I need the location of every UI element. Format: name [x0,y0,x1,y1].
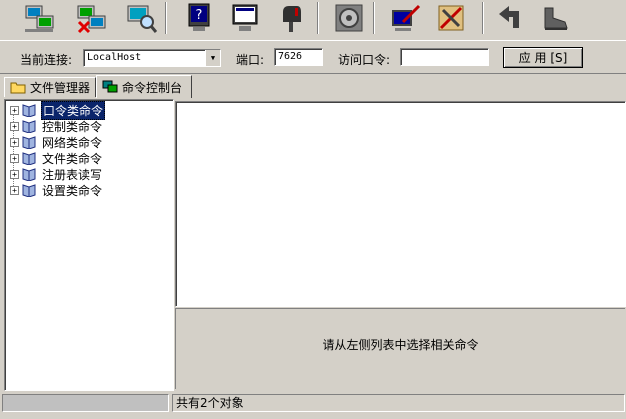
apply-button-label: 应 用 [S] [518,51,568,65]
tree-item[interactable]: + 注册表读写 [10,166,103,182]
help-button[interactable]: ? [180,1,218,35]
current-connection-combo[interactable]: LocalHost ▼ [83,49,221,67]
tab-file-manager[interactable]: 文件管理器 [4,77,96,97]
settings-button[interactable] [330,1,368,35]
current-connection-value: LocalHost [87,52,142,63]
search-host-button[interactable] [122,1,160,35]
view-tabs: 文件管理器 命令控制台 [0,74,626,98]
status-bar: 共有2个对象 [0,392,626,414]
tab-command-console[interactable]: 命令控制台 [96,75,192,98]
expand-icon[interactable]: + [10,121,19,131]
tools-icon [438,5,464,31]
expand-icon[interactable]: + [10,105,19,115]
tree-item[interactable]: + 设置类命令 [10,182,103,198]
return-button[interactable] [490,1,528,35]
book-icon [22,136,36,149]
status-pane-object-count: 共有2个对象 [172,394,625,412]
mail-button[interactable] [272,1,310,35]
console-icon [102,80,118,93]
command-tree[interactable]: + 口令类命令 + 控制类命令 + 网络类命令 + 文件类命令 + 注册表读写 … [4,99,174,391]
chevron-down-icon[interactable]: ▼ [205,50,220,66]
expand-icon[interactable]: + [10,137,19,147]
book-icon [22,104,36,117]
tree-item-label: 文件类命令 [42,151,103,166]
book-icon [22,168,36,181]
mailbox-icon [283,6,301,32]
tab-file-manager-label: 文件管理器 [30,81,91,95]
expand-icon[interactable]: + [10,153,19,163]
current-connection-label: 当前连接: [20,53,73,67]
edit-monitor-icon [392,4,421,31]
screen-button[interactable] [226,1,264,35]
tree-item[interactable]: + 文件类命令 [10,150,103,166]
edit-button[interactable] [386,1,424,35]
book-icon [22,152,36,165]
tab-command-console-label: 命令控制台 [122,80,183,95]
port-input[interactable]: 7626 [274,48,323,66]
command-detail-area: 请从左侧列表中选择相关命令 [175,308,625,389]
computer-disconnect-icon [77,5,106,34]
command-output-area[interactable] [175,101,626,307]
apply-button[interactable]: 应 用 [S] [503,47,583,68]
svg-text:?: ? [196,8,203,23]
exit-button[interactable] [536,1,574,35]
tree-item[interactable]: + 口令类命令 [10,100,106,120]
toolbar-separator [165,2,167,34]
main-toolbar: ? [0,0,626,38]
book-icon [22,120,36,133]
connect-host-button[interactable] [20,1,58,35]
toolbar-separator [482,2,484,34]
return-icon [499,6,519,28]
computer-search-icon [127,5,157,33]
status-pane-left [2,394,169,412]
password-label: 访问口令: [338,53,391,67]
help-monitor-icon: ? [188,3,210,31]
monitor-screen-icon [232,4,258,31]
gear-settings-icon [335,4,363,32]
select-command-hint: 请从左侧列表中选择相关命令 [322,338,479,352]
tree-item[interactable]: + 控制类命令 [10,118,103,134]
tree-item-label: 设置类命令 [42,183,103,198]
folder-icon [10,82,26,94]
computer-connect-icon [25,5,54,32]
disconnect-host-button[interactable] [72,1,110,35]
expand-icon[interactable]: + [10,185,19,195]
toolbar-separator [317,2,319,34]
connection-bar: 当前连接: LocalHost ▼ 端口: 7626 访问口令: 应 用 [S] [0,40,626,74]
port-value: 7626 [278,51,303,62]
tree-item-label: 网络类命令 [42,135,103,150]
tree-item-label: 注册表读写 [42,167,103,182]
toolbar-separator [373,2,375,34]
tree-item-label: 控制类命令 [42,119,103,134]
book-icon [22,184,36,197]
boot-icon [544,7,568,30]
port-label: 端口: [236,53,265,67]
tree-item[interactable]: + 网络类命令 [10,134,103,150]
expand-icon[interactable]: + [10,169,19,179]
password-input[interactable] [400,48,489,66]
tools-button[interactable] [432,1,470,35]
